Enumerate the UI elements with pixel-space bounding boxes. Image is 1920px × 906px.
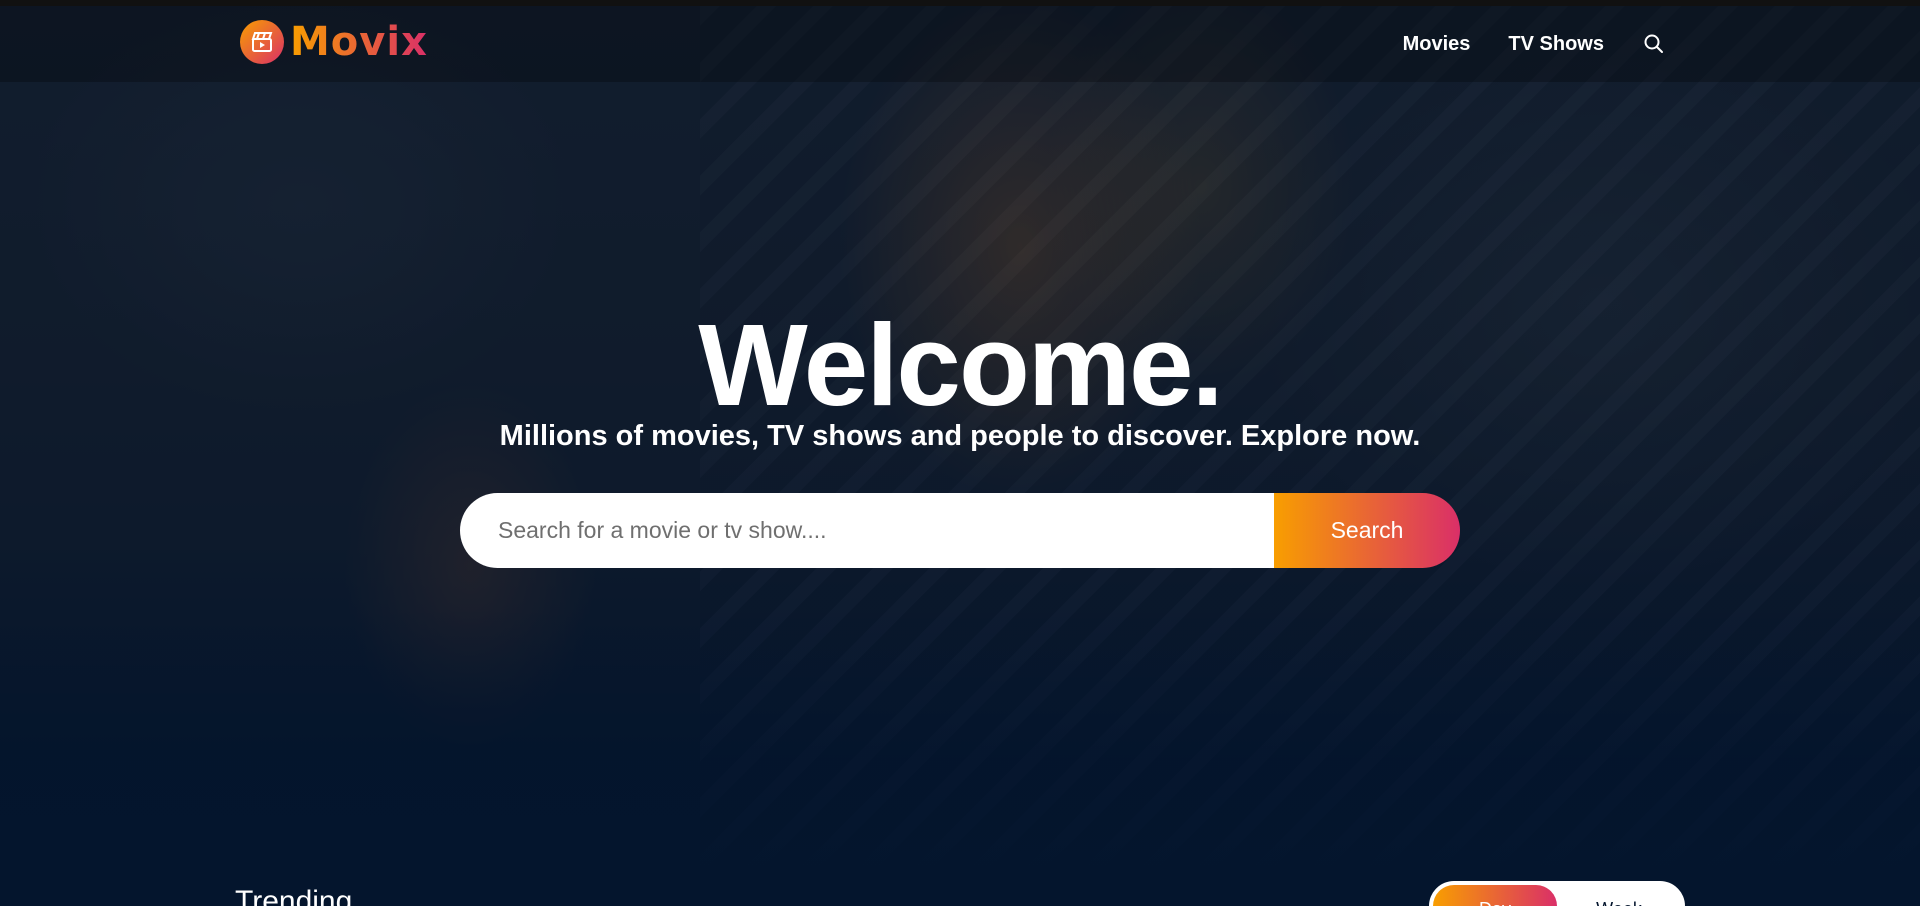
- page: Movix Movies TV Shows Welcome. Millions …: [0, 0, 1920, 906]
- tab-day[interactable]: Day: [1433, 885, 1557, 906]
- search-button[interactable]: Search: [1274, 493, 1460, 568]
- nav-item-movies[interactable]: Movies: [1403, 33, 1471, 56]
- search-icon[interactable]: [1642, 32, 1666, 56]
- hero-search-bar: Search: [460, 493, 1460, 568]
- hero-fade-gradient: [0, 606, 1920, 906]
- search-input[interactable]: [460, 493, 1274, 568]
- main-nav: Movies TV Shows: [1403, 32, 1666, 56]
- brand-logo[interactable]: Movix: [240, 20, 428, 64]
- tab-week[interactable]: Week: [1557, 885, 1681, 906]
- site-header: Movix Movies TV Shows: [0, 6, 1920, 82]
- hero-content: Welcome. Millions of movies, TV shows an…: [0, 300, 1920, 568]
- brand-name: Movix: [290, 19, 428, 65]
- nav-item-tv-shows[interactable]: TV Shows: [1508, 33, 1604, 56]
- hero-subtitle: Millions of movies, TV shows and people …: [499, 420, 1421, 452]
- trending-section-title: Trending: [235, 885, 353, 906]
- trending-time-switch: Day Week: [1429, 881, 1685, 906]
- hero-title: Welcome.: [698, 300, 1223, 430]
- clapperboard-icon: [240, 20, 284, 64]
